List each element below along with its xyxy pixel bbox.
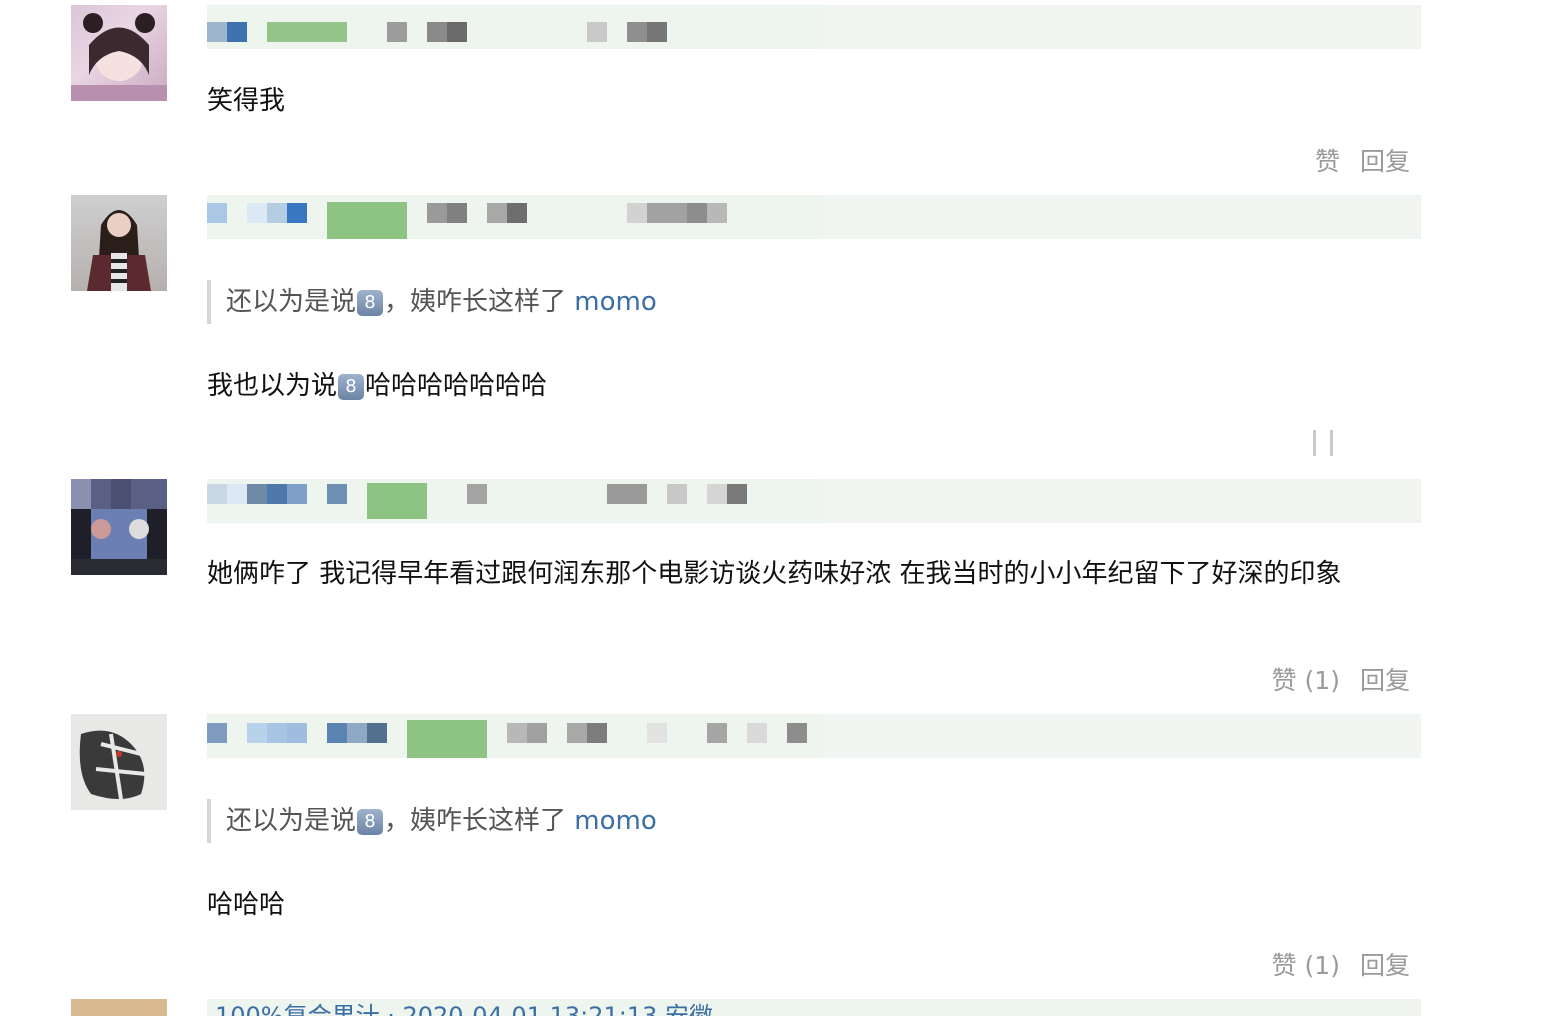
avatar[interactable] [71, 999, 167, 1016]
comment-text-part: 哈哈哈哈哈哈哈 [365, 371, 548, 401]
username-header-blurred [207, 479, 1421, 523]
quoted-comment: 还以为是说 8 ，姨咋长这样了 momo [207, 280, 657, 324]
keycap-8-emoji-icon: 8 [338, 374, 365, 400]
comment-text: 她俩咋了 我记得早年看过跟何润东那个电影访谈火药味好浓 在我当时的小小年纪留下了… [207, 559, 1342, 589]
comment-actions: 赞回复 [1295, 142, 1410, 178]
username-header: 100%复合果汁 · 2020-04-01 13:21:13 安徽 [207, 999, 1421, 1016]
quote-text: 还以为是说 [226, 287, 357, 317]
keycap-8-emoji-icon: 8 [357, 290, 384, 316]
comment-actions: 赞 (1) 回复 [1252, 946, 1410, 982]
mention-link[interactable]: momo [574, 806, 656, 836]
keycap-8-emoji-icon: 8 [357, 809, 384, 835]
quote-text: 还以为是说 [226, 806, 357, 836]
reply-button[interactable]: 回复 [1360, 951, 1410, 980]
reply-button[interactable]: 回复 [1360, 666, 1410, 695]
comment-actions: 赞 (1) 回复 [1252, 661, 1410, 697]
avatar[interactable] [71, 5, 167, 101]
comment-text: 我也以为说 8 哈哈哈哈哈哈哈 [207, 363, 1407, 410]
username-header-blurred [207, 5, 1421, 49]
like-button[interactable]: 赞 (1) [1272, 666, 1340, 695]
quote-text-rest: ，姨咋长这样了 [384, 806, 575, 836]
comment-text: 哈哈哈 [207, 890, 286, 920]
avatar[interactable] [71, 479, 167, 575]
avatar[interactable] [71, 195, 167, 291]
collapsed-actions-mark [1330, 430, 1333, 456]
reply-button[interactable]: 回复 [1360, 147, 1410, 176]
avatar[interactable] [71, 714, 167, 810]
partial-header-text: 100%复合果汁 · 2020-04-01 13:21:13 安徽 [215, 1002, 714, 1016]
comment-text: 笑得我 [207, 86, 286, 116]
comment-text-part: 我也以为说 [207, 371, 338, 401]
like-button[interactable]: 赞 (1) [1272, 951, 1340, 980]
quoted-comment: 还以为是说 8 ，姨咋长这样了 momo [207, 799, 657, 843]
username-header-blurred [207, 195, 1421, 239]
collapsed-actions-mark [1313, 430, 1316, 456]
quote-text-rest: ，姨咋长这样了 [384, 287, 575, 317]
mention-link[interactable]: momo [574, 287, 656, 317]
like-button[interactable]: 赞 [1315, 147, 1340, 176]
username-header-blurred [207, 714, 1421, 758]
